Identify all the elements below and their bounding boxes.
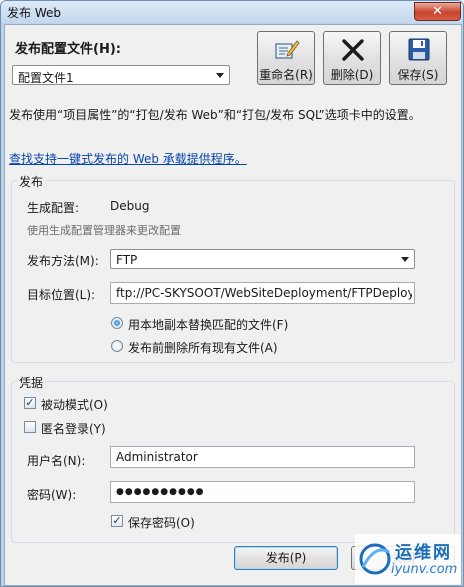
build-config-label: 生成配置: bbox=[27, 201, 80, 215]
build-config-hint: 使用生成配置管理器来更改配置 bbox=[27, 224, 181, 237]
replace-files-label[interactable]: 用本地副本替换匹配的文件(F) bbox=[128, 316, 288, 333]
publish-method-dropdown[interactable]: FTP bbox=[110, 249, 415, 269]
save-button[interactable]: 保存(S) bbox=[389, 31, 447, 85]
title-bar[interactable]: 发布 Web ✕ bbox=[1, 1, 463, 23]
window-close-button[interactable]: ✕ bbox=[414, 2, 461, 21]
username-label: 用户名(N): bbox=[27, 454, 86, 468]
username-input[interactable]: Administrator bbox=[110, 446, 415, 468]
rename-button[interactable]: 重命名(R) bbox=[257, 31, 315, 85]
publish-web-dialog: 发布 Web ✕ 发布配置文件(H): 配置文件1 重命名(R) 删除(D) 保… bbox=[0, 0, 464, 587]
password-masked-value: ●●●●●●●●●● bbox=[116, 487, 205, 497]
delete-existing-label[interactable]: 发布前删除所有现有文件(A) bbox=[128, 339, 278, 356]
target-location-label: 目标位置(L): bbox=[27, 288, 96, 302]
password-label: 密码(W): bbox=[27, 488, 77, 502]
hosting-provider-link[interactable]: 查找支持一键式发布的 Web 承载提供程序。 bbox=[9, 150, 247, 167]
publish-method-value: FTP bbox=[116, 253, 138, 267]
window-title: 发布 Web bbox=[7, 6, 61, 20]
chevron-down-icon bbox=[401, 257, 409, 262]
watermark-url-text: iyunv.com bbox=[391, 562, 458, 577]
publish-button[interactable]: 发布(P) bbox=[234, 546, 338, 570]
target-location-value: ftp://PC-SKYSOOT/WebSiteDeployment/FTPDe… bbox=[116, 286, 412, 300]
profile-dropdown[interactable]: 配置文件1 bbox=[12, 65, 230, 85]
rename-icon bbox=[275, 40, 300, 59]
chevron-down-icon bbox=[216, 73, 224, 78]
watermark-logo-icon bbox=[359, 543, 391, 575]
delete-button-label: 删除(D) bbox=[330, 68, 374, 82]
profile-selected-value: 配置文件1 bbox=[18, 71, 74, 85]
floppy-disk-icon bbox=[408, 38, 430, 61]
profile-label: 发布配置文件(H): bbox=[15, 42, 121, 57]
build-config-value: Debug bbox=[110, 199, 150, 213]
username-value: Administrator bbox=[116, 450, 198, 464]
target-location-input[interactable]: ftp://PC-SKYSOOT/WebSiteDeployment/FTPDe… bbox=[110, 282, 415, 304]
publish-method-label: 发布方法(M): bbox=[27, 254, 99, 268]
save-button-label: 保存(S) bbox=[397, 68, 439, 82]
credentials-group-title: 凭据 bbox=[17, 374, 46, 391]
save-password-checkbox[interactable]: ✓ bbox=[111, 515, 123, 527]
delete-existing-radio[interactable] bbox=[111, 340, 123, 352]
rename-button-label: 重命名(R) bbox=[259, 68, 313, 82]
save-password-label[interactable]: 保存密码(O) bbox=[128, 514, 195, 531]
site-watermark: 运维网 iyunv.com bbox=[355, 534, 461, 584]
passive-mode-checkbox[interactable]: ✓ bbox=[24, 397, 36, 409]
replace-files-radio[interactable] bbox=[111, 317, 123, 329]
dialog-body: 发布配置文件(H): 配置文件1 重命名(R) 删除(D) 保存(S) 发布使用… bbox=[4, 24, 462, 586]
publish-group-title: 发布 bbox=[17, 173, 46, 190]
passive-mode-label[interactable]: 被动模式(O) bbox=[41, 396, 108, 413]
delete-x-icon bbox=[342, 39, 364, 61]
password-input[interactable]: ●●●●●●●●●● bbox=[110, 481, 415, 503]
watermark-cn-text: 运维网 bbox=[395, 543, 452, 563]
description-text: 发布使用“项目属性”的“打包/发布 Web”和“打包/发布 SQL”选项卡中的设… bbox=[9, 108, 421, 122]
delete-button[interactable]: 删除(D) bbox=[323, 31, 381, 85]
anonymous-login-checkbox[interactable] bbox=[24, 421, 36, 433]
anonymous-login-label[interactable]: 匿名登录(Y) bbox=[41, 420, 106, 437]
